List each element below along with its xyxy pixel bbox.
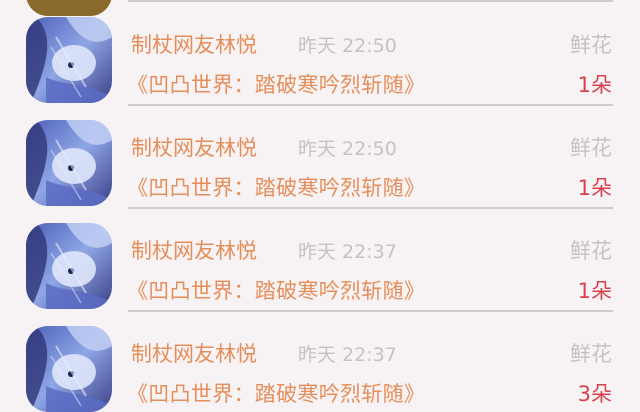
avatar[interactable] — [26, 120, 112, 206]
gift-type: 鲜花 — [570, 239, 612, 263]
avatar[interactable] — [26, 223, 112, 309]
avatar[interactable] — [26, 326, 112, 412]
timestamp: 昨天 22:37 — [298, 344, 397, 366]
gift-type: 鲜花 — [570, 33, 612, 57]
avatar-image — [26, 120, 112, 206]
gift-count: 1朵 — [577, 73, 612, 97]
username[interactable]: 制杖网友林悦 — [131, 338, 257, 368]
gift-type: 鲜花 — [570, 342, 612, 366]
avatar-image — [26, 223, 112, 309]
book-title-link[interactable]: 《凹凸世界：踏破寒吟烈斩随》 — [127, 378, 425, 408]
timestamp: 昨天 22:50 — [298, 35, 397, 57]
list-item[interactable]: 制杖网友林悦 昨天 22:50 鲜花 《凹凸世界：踏破寒吟烈斩随》 1朵 — [0, 0, 640, 106]
list-item[interactable]: 制杖网友林悦 昨天 22:50 鲜花 《凹凸世界：踏破寒吟烈斩随》 1朵 — [0, 103, 640, 209]
timestamp: 昨天 22:37 — [298, 241, 397, 263]
list-item[interactable]: 制杖网友林悦 昨天 22:37 鲜花 《凹凸世界：踏破寒吟烈斩随》 3朵 — [0, 309, 640, 412]
avatar-image — [26, 17, 112, 103]
username[interactable]: 制杖网友林悦 — [131, 29, 257, 59]
gift-record-list: 制杖网友林悦 昨天 22:50 鲜花 《凹凸世界：踏破寒吟烈斩随》 1朵 制杖网… — [0, 0, 640, 412]
gift-type: 鲜花 — [570, 136, 612, 160]
avatar-image — [26, 326, 112, 412]
list-item[interactable]: 制杖网友林悦 昨天 22:37 鲜花 《凹凸世界：踏破寒吟烈斩随》 1朵 — [0, 206, 640, 312]
timestamp: 昨天 22:50 — [298, 138, 397, 160]
book-title-link[interactable]: 《凹凸世界：踏破寒吟烈斩随》 — [127, 275, 425, 305]
gift-count: 3朵 — [577, 382, 612, 406]
book-title-link[interactable]: 《凹凸世界：踏破寒吟烈斩随》 — [127, 172, 425, 202]
username[interactable]: 制杖网友林悦 — [131, 235, 257, 265]
book-title-link[interactable]: 《凹凸世界：踏破寒吟烈斩随》 — [127, 69, 425, 99]
gift-count: 1朵 — [577, 176, 612, 200]
username[interactable]: 制杖网友林悦 — [131, 132, 257, 162]
avatar[interactable] — [26, 17, 112, 103]
gift-count: 1朵 — [577, 279, 612, 303]
